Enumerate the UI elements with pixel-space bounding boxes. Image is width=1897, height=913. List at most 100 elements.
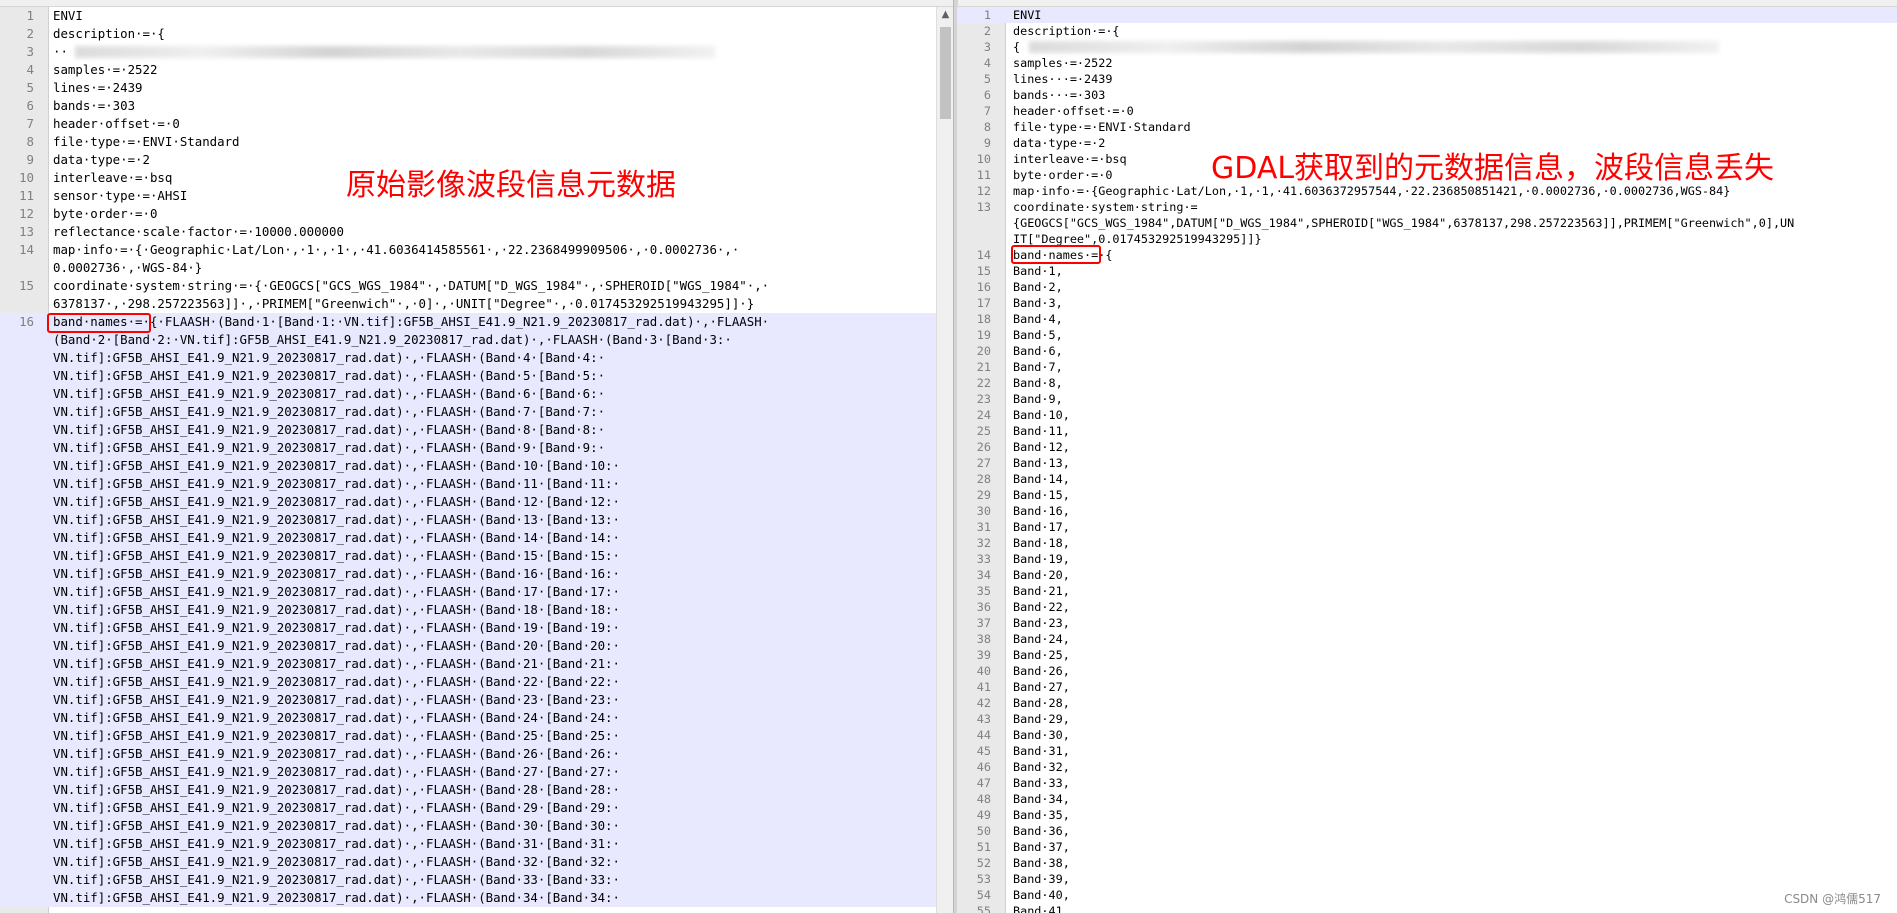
line-text[interactable]: VN.tif]:GF5B_AHSI_E41.9_N21.9_20230817_r… xyxy=(53,727,620,745)
left-code-line[interactable]: VN.tif]:GF5B_AHSI_E41.9_N21.9_20230817_r… xyxy=(0,655,953,673)
line-text[interactable]: VN.tif]:GF5B_AHSI_E41.9_N21.9_20230817_r… xyxy=(53,493,620,511)
line-text[interactable]: Band·1, xyxy=(1013,263,1063,279)
line-text[interactable]: description·=·{ xyxy=(1013,23,1120,39)
line-text[interactable]: Band·7, xyxy=(1013,359,1063,375)
left-code-line[interactable]: VN.tif]:GF5B_AHSI_E41.9_N21.9_20230817_r… xyxy=(0,529,953,547)
right-code-line[interactable]: 40 Band·26, xyxy=(957,663,1897,679)
line-text[interactable]: header·offset·=·0 xyxy=(1013,103,1134,119)
line-text[interactable]: Band·25, xyxy=(1013,647,1070,663)
line-text[interactable]: Band·10, xyxy=(1013,407,1070,423)
right-code-line[interactable]: 52 Band·38, xyxy=(957,855,1897,871)
line-text[interactable]: VN.tif]:GF5B_AHSI_E41.9_N21.9_20230817_r… xyxy=(53,619,620,637)
line-text[interactable]: VN.tif]:GF5B_AHSI_E41.9_N21.9_20230817_r… xyxy=(53,673,620,691)
right-code-line[interactable]: 24 Band·10, xyxy=(957,407,1897,423)
line-text[interactable]: Band·8, xyxy=(1013,375,1063,391)
right-code-line[interactable]: 29 Band·15, xyxy=(957,487,1897,503)
line-text[interactable]: Band·20, xyxy=(1013,567,1070,583)
right-code-line[interactable]: 23 Band·9, xyxy=(957,391,1897,407)
right-code-line[interactable]: 35 Band·21, xyxy=(957,583,1897,599)
line-text[interactable]: VN.tif]:GF5B_AHSI_E41.9_N21.9_20230817_r… xyxy=(53,511,620,529)
line-text[interactable]: 0.0002736·,·WGS-84·} xyxy=(53,259,202,277)
right-code-line[interactable]: 50 Band·36, xyxy=(957,823,1897,839)
right-code-line[interactable]: 5 lines···=·2439 xyxy=(957,71,1897,87)
line-text[interactable]: Band·27, xyxy=(1013,679,1070,695)
line-text[interactable]: byte·order·=·0 xyxy=(1013,167,1112,183)
right-code-line[interactable]: 19 Band·5, xyxy=(957,327,1897,343)
right-code-line[interactable]: 3{ xyxy=(957,39,1897,55)
line-text[interactable]: Band·24, xyxy=(1013,631,1070,647)
left-code-line[interactable]: (Band·2·[Band·2:·VN.tif]:GF5B_AHSI_E41.9… xyxy=(0,331,953,349)
line-text[interactable]: VN.tif]:GF5B_AHSI_E41.9_N21.9_20230817_r… xyxy=(53,583,620,601)
line-text[interactable]: Band·21, xyxy=(1013,583,1070,599)
right-code-line[interactable]: 26 Band·12, xyxy=(957,439,1897,455)
line-text[interactable]: Band·39, xyxy=(1013,871,1070,887)
line-text[interactable]: bands·=·303 xyxy=(53,97,135,115)
line-text[interactable]: Band·13, xyxy=(1013,455,1070,471)
right-code-line[interactable]: 43 Band·29, xyxy=(957,711,1897,727)
line-text[interactable]: VN.tif]:GF5B_AHSI_E41.9_N21.9_20230817_r… xyxy=(53,565,620,583)
right-code-line[interactable]: 48 Band·34, xyxy=(957,791,1897,807)
line-text[interactable]: VN.tif]:GF5B_AHSI_E41.9_N21.9_20230817_r… xyxy=(53,691,620,709)
line-text[interactable]: Band·5, xyxy=(1013,327,1063,343)
line-text[interactable]: description·=·{ xyxy=(53,25,165,43)
left-code-line[interactable]: VN.tif]:GF5B_AHSI_E41.9_N21.9_20230817_r… xyxy=(0,781,953,799)
line-text[interactable]: VN.tif]:GF5B_AHSI_E41.9_N21.9_20230817_r… xyxy=(53,889,620,907)
right-code-line[interactable]: 7 header·offset·=·0 xyxy=(957,103,1897,119)
left-code-line[interactable]: VN.tif]:GF5B_AHSI_E41.9_N21.9_20230817_r… xyxy=(0,421,953,439)
line-text[interactable]: reflectance·scale·factor·=·10000.000000 xyxy=(53,223,344,241)
left-code-line[interactable]: 2 description·=·{ xyxy=(0,25,953,43)
right-code-line[interactable]: 33 Band·19, xyxy=(957,551,1897,567)
line-text[interactable]: VN.tif]:GF5B_AHSI_E41.9_N21.9_20230817_r… xyxy=(53,709,620,727)
line-text[interactable]: VN.tif]:GF5B_AHSI_E41.9_N21.9_20230817_r… xyxy=(53,601,620,619)
line-text[interactable]: VN.tif]:GF5B_AHSI_E41.9_N21.9_20230817_r… xyxy=(53,637,620,655)
line-text[interactable]: VN.tif]:GF5B_AHSI_E41.9_N21.9_20230817_r… xyxy=(53,781,620,799)
left-code-line[interactable]: VN.tif]:GF5B_AHSI_E41.9_N21.9_20230817_r… xyxy=(0,799,953,817)
right-code-line[interactable]: 41 Band·27, xyxy=(957,679,1897,695)
line-text[interactable]: Band·17, xyxy=(1013,519,1070,535)
left-editor-pane[interactable]: 1 ENVI 2 description·=·{3 ·· 4 samples·=·2522 5… xyxy=(0,7,953,913)
left-code-line[interactable]: VN.tif]:GF5B_AHSI_E41.9_N21.9_20230817_r… xyxy=(0,835,953,853)
right-code-line[interactable]: 28 Band·14, xyxy=(957,471,1897,487)
line-text[interactable]: Band·18, xyxy=(1013,535,1070,551)
line-text[interactable]: Band·15, xyxy=(1013,487,1070,503)
line-text[interactable]: file·type·=·ENVI·Standard xyxy=(1013,119,1191,135)
left-code-line[interactable]: 1 ENVI xyxy=(0,7,953,25)
left-code-line[interactable]: 5 lines·=·2439 xyxy=(0,79,953,97)
right-code-line[interactable]: 36 Band·22, xyxy=(957,599,1897,615)
line-text[interactable]: VN.tif]:GF5B_AHSI_E41.9_N21.9_20230817_r… xyxy=(53,367,605,385)
right-code-line[interactable]: 13 coordinate·system·string·= xyxy=(957,199,1897,215)
line-text[interactable]: Band·41, xyxy=(1013,903,1070,913)
left-code-line[interactable]: VN.tif]:GF5B_AHSI_E41.9_N21.9_20230817_r… xyxy=(0,547,953,565)
line-text[interactable]: byte·order·=·0 xyxy=(53,205,157,223)
line-text[interactable]: { xyxy=(1013,39,1020,55)
line-text[interactable]: Band·38, xyxy=(1013,855,1070,871)
line-text[interactable]: {GEOGCS["GCS_WGS_1984",DATUM["D_WGS_1984… xyxy=(1013,215,1794,231)
line-text[interactable]: VN.tif]:GF5B_AHSI_E41.9_N21.9_20230817_r… xyxy=(53,439,605,457)
line-text[interactable]: Band·35, xyxy=(1013,807,1070,823)
left-code-line[interactable]: 13 reflectance·scale·factor·=·10000.00000… xyxy=(0,223,953,241)
left-code-line[interactable]: VN.tif]:GF5B_AHSI_E41.9_N21.9_20230817_r… xyxy=(0,385,953,403)
left-code-line[interactable]: VN.tif]:GF5B_AHSI_E41.9_N21.9_20230817_r… xyxy=(0,619,953,637)
line-text[interactable]: Band·6, xyxy=(1013,343,1063,359)
right-code-line[interactable]: 27 Band·13, xyxy=(957,455,1897,471)
right-code-line[interactable]: 45 Band·31, xyxy=(957,743,1897,759)
line-text[interactable]: VN.tif]:GF5B_AHSI_E41.9_N21.9_20230817_r… xyxy=(53,529,620,547)
left-code-line[interactable]: VN.tif]:GF5B_AHSI_E41.9_N21.9_20230817_r… xyxy=(0,583,953,601)
line-text[interactable]: VN.tif]:GF5B_AHSI_E41.9_N21.9_20230817_r… xyxy=(53,475,620,493)
left-vertical-scrollbar[interactable]: ▲ xyxy=(936,7,954,913)
right-code-line[interactable]: 32 Band·18, xyxy=(957,535,1897,551)
left-code-line[interactable]: VN.tif]:GF5B_AHSI_E41.9_N21.9_20230817_r… xyxy=(0,889,953,907)
line-text[interactable]: Band·33, xyxy=(1013,775,1070,791)
left-code-line[interactable]: 8 file·type·=·ENVI·Standard xyxy=(0,133,953,151)
line-text[interactable]: data·type·=·2 xyxy=(1013,135,1105,151)
line-text[interactable]: Band·23, xyxy=(1013,615,1070,631)
line-text[interactable]: interleave·=·bsq xyxy=(53,169,172,187)
left-code-line[interactable]: VN.tif]:GF5B_AHSI_E41.9_N21.9_20230817_r… xyxy=(0,691,953,709)
left-code-line[interactable]: VN.tif]:GF5B_AHSI_E41.9_N21.9_20230817_r… xyxy=(0,871,953,889)
left-code-line[interactable]: 6 bands·=·303 xyxy=(0,97,953,115)
line-text[interactable]: VN.tif]:GF5B_AHSI_E41.9_N21.9_20230817_r… xyxy=(53,853,620,871)
line-text[interactable]: VN.tif]:GF5B_AHSI_E41.9_N21.9_20230817_r… xyxy=(53,457,620,475)
line-text[interactable]: VN.tif]:GF5B_AHSI_E41.9_N21.9_20230817_r… xyxy=(53,817,620,835)
line-text[interactable]: bands···=·303 xyxy=(1013,87,1105,103)
right-code-line[interactable]: 4 samples·=·2522 xyxy=(957,55,1897,71)
